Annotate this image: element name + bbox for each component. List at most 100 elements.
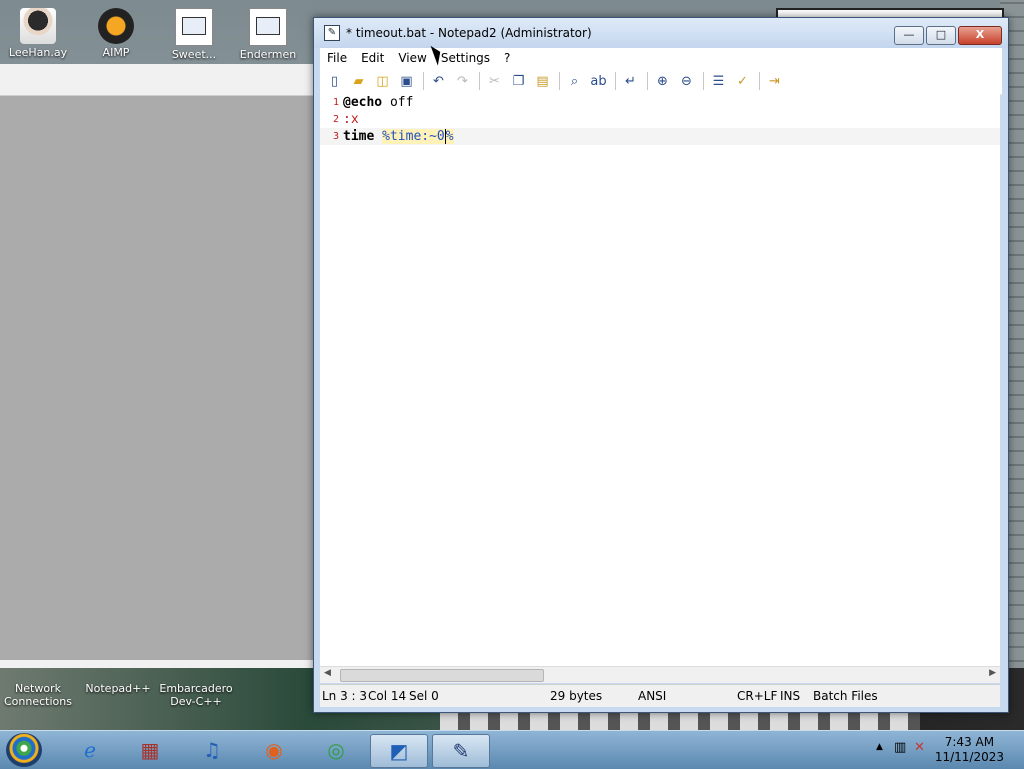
exit-icon[interactable]: ⇥: [766, 73, 783, 90]
notepad2-taskbar-icon[interactable]: ✎: [432, 734, 490, 768]
music-player-icon[interactable]: ♫: [184, 734, 240, 766]
line-number: 3: [332, 131, 339, 142]
menu-view[interactable]: View: [391, 51, 433, 65]
status-column: Col 14: [368, 689, 407, 703]
aimp-icon: [98, 8, 134, 44]
scroll-left-icon[interactable]: ◀: [324, 668, 331, 678]
variable-token: %time:~0%: [382, 129, 454, 144]
label-token: :x: [343, 112, 359, 127]
find-icon[interactable]: ⌕: [566, 73, 583, 90]
toolbar-separator: [647, 72, 648, 90]
archive-app-icon[interactable]: ▦: [122, 734, 178, 766]
show-hidden-icons-icon[interactable]: ▲: [876, 742, 883, 752]
variable-token-end: %: [445, 129, 454, 144]
text-token: off: [382, 95, 414, 110]
anime-character-icon: [20, 8, 56, 44]
maximize-button[interactable]: □: [926, 26, 956, 45]
replace-icon[interactable]: ab: [590, 73, 607, 90]
keyword-token: time: [343, 129, 375, 144]
desktop-icon-label: LeeHan.ay: [8, 46, 68, 59]
menu-bar: File Edit View Settings ?: [320, 48, 1002, 68]
browse-icon[interactable]: ◫: [374, 73, 391, 90]
file-manager-taskbar-icon[interactable]: ◩: [370, 734, 428, 768]
status-line-endings[interactable]: CR+LF: [737, 689, 777, 703]
chrome-icon[interactable]: ◎: [308, 734, 364, 766]
clock[interactable]: 7:43 AM 11/11/2023: [935, 735, 1004, 765]
background-app-toolbar: [0, 64, 314, 96]
background-app-footer: [0, 660, 314, 668]
clock-date: 11/11/2023: [934, 750, 1004, 764]
network-icon[interactable]: ▥: [894, 740, 906, 755]
open-folder-icon[interactable]: ▰: [350, 73, 367, 90]
menu-help[interactable]: ?: [497, 51, 517, 65]
internet-explorer-icon[interactable]: ℯ: [62, 734, 118, 766]
status-insert-mode[interactable]: INS: [780, 689, 800, 703]
toolbar-separator: [615, 72, 616, 90]
desktop-icon-label: Notepad++: [85, 682, 151, 695]
window-title: * timeout.bat - Notepad2 (Administrator): [346, 26, 592, 40]
cut-icon[interactable]: ✂: [486, 73, 503, 90]
desktop-icon-notepadpp[interactable]: Notepad++: [82, 682, 154, 695]
editor-line-current: 3 time %time:~0%: [320, 128, 1000, 145]
paste-icon[interactable]: ▤: [534, 73, 551, 90]
editor-line: 1 @echo off: [320, 94, 1000, 111]
system-tray: ▲ ▥ ✕ 7:43 AM 11/11/2023: [864, 731, 1024, 769]
undo-icon[interactable]: ↶: [430, 73, 447, 90]
status-file-size: 29 bytes: [550, 689, 603, 703]
desktop-icon-label: Endermen: [239, 48, 297, 61]
toolbar-separator: [479, 72, 480, 90]
volume-muted-icon[interactable]: ✕: [914, 740, 925, 755]
copy-icon[interactable]: ❐: [510, 73, 527, 90]
notepad2-window[interactable]: ✎ * timeout.bat - Notepad2 (Administrato…: [313, 17, 1009, 713]
toolbar-separator: [703, 72, 704, 90]
status-line-position: Ln 3 : 3: [322, 689, 368, 703]
firefox-icon[interactable]: ◉: [246, 734, 302, 766]
text-editor[interactable]: 1 @echo off 2 :x 3 time %time:~0%: [320, 94, 1000, 666]
desktop-icon-endermen[interactable]: Endermen: [232, 8, 304, 61]
word-wrap-icon[interactable]: ↵: [622, 73, 639, 90]
variable-token-start: %time:~0: [382, 129, 445, 144]
desktop-icon-aimp[interactable]: AIMP: [80, 8, 152, 59]
desktop-icon-label: Embarcadero Dev-C++: [159, 682, 233, 708]
scroll-right-icon[interactable]: ▶: [989, 668, 996, 678]
line-number: 2: [332, 114, 339, 125]
status-bar: Ln 3 : 3 Col 14 Sel 0 29 bytes ANSI CR+L…: [320, 684, 1000, 707]
clock-time: 7:43 AM: [944, 735, 995, 749]
status-encoding[interactable]: ANSI: [638, 689, 666, 703]
status-lexer[interactable]: Batch Files: [813, 689, 878, 703]
menu-file[interactable]: File: [320, 51, 354, 65]
batch-file-icon: [249, 8, 287, 46]
toolbar-separator: [759, 72, 760, 90]
desktop-icon-sweet[interactable]: Sweet...: [158, 8, 230, 61]
notepad2-icon: ✎: [324, 25, 340, 41]
keyword-token: @echo: [343, 95, 383, 110]
desktop-icon-leehanay[interactable]: LeeHan.ay: [2, 8, 74, 59]
scheme-icon[interactable]: ☰: [710, 73, 727, 90]
new-file-icon[interactable]: ▯: [326, 73, 343, 90]
zoom-out-icon[interactable]: ⊖: [678, 73, 695, 90]
menu-edit[interactable]: Edit: [354, 51, 391, 65]
zoom-in-icon[interactable]: ⊕: [654, 73, 671, 90]
toolbar: ▯ ▰ ◫ ▣ ↶ ↷ ✂ ❐ ▤ ⌕ ab ↵ ⊕ ⊖ ☰ ✓ ⇥: [320, 68, 1002, 95]
line-number: 1: [332, 97, 339, 108]
redo-icon[interactable]: ↷: [454, 73, 471, 90]
toolbar-separator: [423, 72, 424, 90]
desktop-icon-devcpp[interactable]: Embarcadero Dev-C++: [156, 682, 236, 708]
title-bar[interactable]: ✎ * timeout.bat - Notepad2 (Administrato…: [314, 18, 1008, 48]
start-button[interactable]: [6, 733, 42, 767]
desktop-icon-label: AIMP: [102, 46, 130, 59]
toolbar-separator: [559, 72, 560, 90]
customize-scheme-icon[interactable]: ✓: [734, 73, 751, 90]
minimize-button[interactable]: —: [894, 26, 924, 45]
desktop-icon-network-connections[interactable]: Network Connections: [2, 682, 74, 708]
desktop-icon-label: Network Connections: [4, 682, 72, 708]
background-app-window[interactable]: [0, 64, 314, 668]
editor-line: 2 :x: [320, 111, 1000, 128]
batch-file-icon: [175, 8, 213, 46]
taskbar: ℯ ▦ ♫ ◉ ◎ ◩ ✎ ▲ ▥ ✕ 7:43 AM 11/11/2023: [0, 730, 1024, 769]
close-button[interactable]: X: [958, 26, 1002, 45]
save-icon[interactable]: ▣: [398, 73, 415, 90]
horizontal-scrollbar[interactable]: ◀ ▶: [320, 666, 1000, 683]
scrollbar-thumb[interactable]: [340, 669, 544, 682]
